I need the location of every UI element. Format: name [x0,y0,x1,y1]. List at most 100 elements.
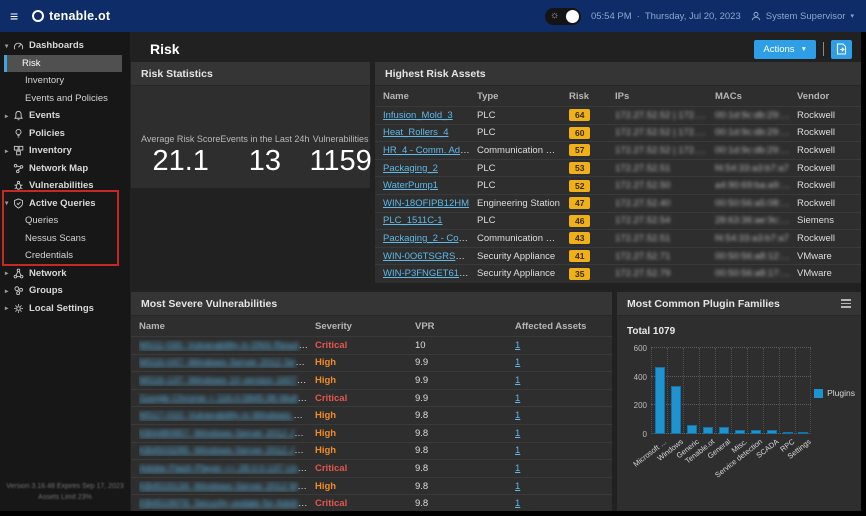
stat-value: 21.1 [152,145,209,177]
hamburger-menu-icon[interactable]: ≡ [10,8,18,24]
column-header-affected-assets: Affected Assets [515,320,587,332]
asset-name-link[interactable]: Packaging_2 - Comm. … [383,233,477,244]
sidebar-item-groups[interactable]: ▸ Groups [0,282,130,300]
affected-assets-link[interactable]: 1 [515,463,520,474]
affected-assets-link[interactable]: 1 [515,428,520,439]
bar-general[interactable] [718,427,729,434]
panel-menu-icon[interactable] [841,299,851,308]
vulnerability-name-link-redacted[interactable]: KB4503285: Windows Server 2012 June 2019… [139,445,315,456]
severity-label: High [315,427,337,439]
asset-vendor: Rockwell [797,127,836,139]
sidebar-item-nessus-scans[interactable]: Nessus Scans [0,230,130,248]
affected-assets-link[interactable]: 1 [515,375,520,386]
asset-name-link[interactable]: Infusion_Mold_3 [383,110,453,121]
app-window: ≡ tenable.ot ☼ 05:54 PM · Thursday, Jul … [0,0,866,516]
affected-assets-link[interactable]: 1 [515,481,520,492]
sidebar-item-network[interactable]: ▸ Network [0,265,130,283]
page-title: Risk [150,41,180,57]
asset-type: PLC [477,109,496,121]
sidebar: ▾ Dashboards Risk Inventory Events and Polic… [0,32,130,511]
actions-button[interactable]: Actions ▼ [754,39,816,59]
chevron-right-icon: ▸ [5,112,9,120]
x-axis-tick-label: Settings [785,437,813,461]
affected-assets-link[interactable]: 1 [515,393,520,404]
sidebar-item-label: Nessus Scans [25,232,86,244]
brand-name: tenable.ot [49,9,111,23]
vulnerability-name-link-redacted[interactable]: MS16-047: Windows Server 2012 Security U… [139,357,315,368]
asset-name-link[interactable]: Packaging_2 [383,163,438,174]
sidebar-item-credentials[interactable]: Credentials [0,247,130,265]
user-menu[interactable]: System Supervisor ▾ [751,11,854,22]
sidebar-item-label: Events and Policies [25,92,108,104]
affected-assets-link[interactable]: 1 [515,357,520,368]
column-header-risk: Risk [569,90,590,102]
affected-assets-link[interactable]: 1 [515,340,520,351]
column-header-type: Type [477,90,499,102]
table-row: MS16-047: Windows Server 2012 Security U… [131,353,612,372]
asset-macs-redacted: 00:50:56:a8:17:b3 [715,268,792,280]
theme-toggle[interactable]: ☼ [544,7,581,25]
vulnerability-name-link-redacted[interactable]: MS11-030: Vulnerability in DNS Resolutio… [139,340,315,351]
vulnerability-name-link-redacted[interactable]: MS16-137: Windows 10 version 1607 Window… [139,375,315,386]
risk-score-badge: 52 [569,179,591,192]
stat-vulnerabilities: Vulnerabilities 1159 [309,134,371,178]
main-content: Risk Actions ▼ Risk Statistics Average R… [130,32,861,511]
sidebar-item-inventory[interactable]: ▸ Inventory [0,142,130,160]
stat-label: Average Risk Score [141,134,221,144]
asset-name-link[interactable]: WaterPump1 [383,180,438,191]
vulnerability-name-link-redacted[interactable]: KB4519134: Windows Server 2012 May 2019 … [139,481,315,492]
bar-tenable-ot[interactable] [702,426,713,434]
asset-name-link[interactable]: Heat_Rollers_4 [383,127,448,138]
sidebar-item-events-and-policies[interactable]: Events and Policies [0,90,130,108]
bar-microsoft-[interactable] [654,366,665,434]
vulnerability-name-link-redacted[interactable]: Google Chrome < 116.0.5845.96 Multiple V… [139,393,315,404]
severity-label: High [315,410,337,422]
sidebar-item-risk[interactable]: Risk [4,54,122,72]
sidebar-item-active-queries[interactable]: ▾ Active Queries [0,195,130,213]
sidebar-item-label: Credentials [25,250,74,262]
highest-risk-assets-header: Name Type Risk IPs MACs Vendor [375,86,861,106]
sun-icon: ☼ [549,10,560,21]
asset-ips-redacted: 172.27.52.52 | 172.27… [615,127,715,139]
severity-label: Critical [315,339,348,351]
column-header-macs: MACs [715,90,742,102]
asset-name-link[interactable]: HR_4 - Comm. Adapter [383,145,477,156]
bar-slot [683,348,699,434]
sidebar-item-dashboards[interactable]: ▾ Dashboards [0,37,130,55]
affected-assets-link[interactable]: 1 [515,498,520,509]
asset-name-link[interactable]: WIN-P3FNGET61DF [383,268,472,279]
sidebar-item-label: Local Settings [29,302,94,314]
asset-name-link[interactable]: WIN-0O6TSGRSDG0 [383,251,475,262]
export-button[interactable] [831,39,852,59]
affected-assets-link[interactable]: 1 [515,445,520,456]
sidebar-item-events[interactable]: ▸ Events [0,107,130,125]
affected-assets-link[interactable]: 1 [515,410,520,421]
sidebar-item-network-map[interactable]: Network Map [0,160,130,178]
chevron-right-icon: ▸ [5,147,9,155]
vulnerability-name-link-redacted[interactable]: MS17-010: Vulnerability in Windows SMB C… [139,410,315,421]
asset-name-link[interactable]: PLC_1511C-1 [383,215,443,226]
asset-type: PLC [477,127,496,139]
asset-ips-redacted: 172.27.52.52 | 172.27… [615,109,715,121]
risk-score-badge: 35 [569,267,591,280]
bar-generic[interactable] [686,424,697,434]
panel-most-common-plugin-families-header: Most Common Plugin Families [617,292,861,316]
sidebar-item-label: Vulnerabilities [29,180,94,192]
stat-events-last-24h: Events in the Last 24h 13 [220,134,309,178]
sidebar-item-vulnerabilities[interactable]: Vulnerabilities [0,177,130,195]
vulnerability-name-link-redacted[interactable]: KB4480957: Windows Server 2012 January 2… [139,428,315,439]
asset-type: PLC [477,162,496,174]
table-row: Packaging_2 - Comm. …Communication Modul… [375,229,861,247]
sidebar-item-local-settings[interactable]: ▸ Local Settings [0,300,130,318]
asset-vendor: Rockwell [797,197,836,209]
date-text: Thursday, Jul 20, 2023 [644,10,741,22]
vulnerability-name-link-redacted[interactable]: Adobe Flash Player <= 28.0.0.137 Use-aft… [139,463,315,474]
severity-label: Critical [315,392,348,404]
asset-name-link[interactable]: WIN-18OFIPB12HM [383,198,469,209]
bug-icon [11,180,26,191]
bar-windows[interactable] [670,385,681,434]
sidebar-item-policies[interactable]: Policies [0,125,130,143]
vulnerability-name-link-redacted[interactable]: KB4519976: Security update for Adobe Fla… [139,498,315,509]
sidebar-item-inventory[interactable]: Inventory [0,72,130,90]
sidebar-item-queries[interactable]: Queries [0,212,130,230]
